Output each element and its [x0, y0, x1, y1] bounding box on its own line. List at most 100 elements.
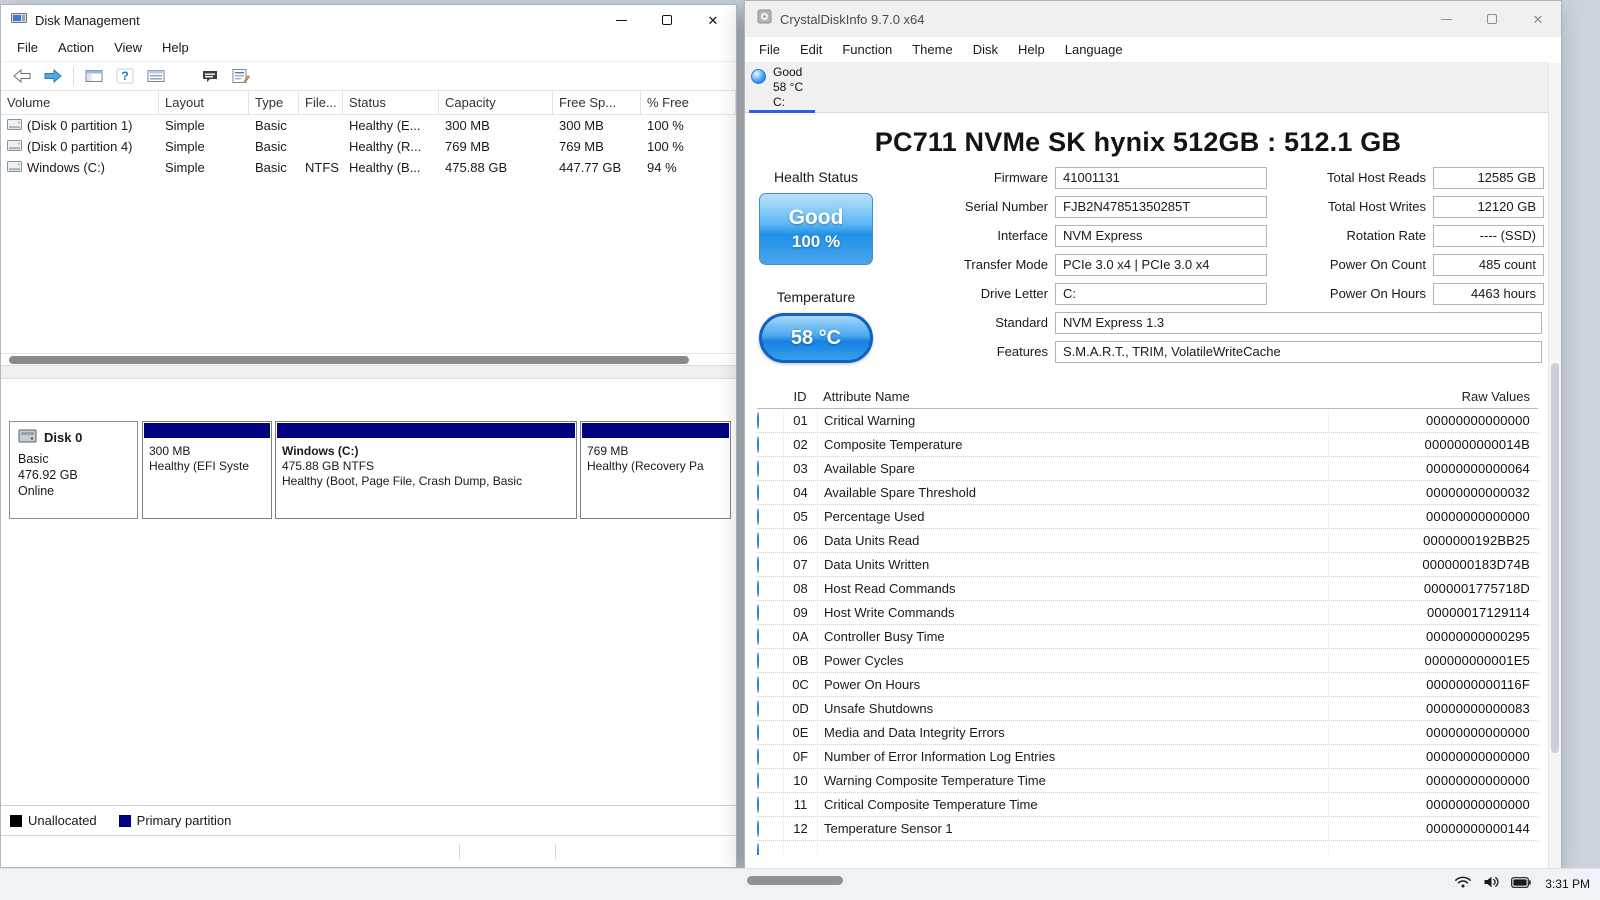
menu-item[interactable]: File [749, 37, 790, 63]
partition-color-bar [277, 423, 575, 438]
smart-row[interactable]: 0A Controller Busy Time 00000000000295 [757, 625, 1538, 649]
column-header[interactable]: Volume [1, 91, 159, 115]
health-status-button[interactable]: Good 100 % [759, 193, 873, 265]
cdi-menubar: FileEditFunctionThemeDiskHelpLanguage [745, 37, 1548, 63]
menu-item[interactable]: Action [48, 35, 104, 61]
export-list-icon[interactable] [145, 65, 167, 87]
menu-item[interactable]: Language [1055, 37, 1133, 63]
column-header[interactable]: Layout [159, 91, 249, 115]
column-header[interactable]: Status [343, 91, 439, 115]
smart-row[interactable]: 02 Composite Temperature 0000000000014B [757, 433, 1538, 457]
smart-row[interactable]: 03 Available Spare 00000000000064 [757, 457, 1538, 481]
partition-efi[interactable]: 300 MB Healthy (EFI Syste [142, 421, 272, 519]
volume-name: Windows (C:) [27, 160, 105, 175]
maximize-button[interactable] [1469, 1, 1515, 37]
smart-row[interactable]: 0C Power On Hours 0000000000116F [757, 673, 1538, 697]
smart-row[interactable]: 04 Available Spare Threshold 00000000000… [757, 481, 1538, 505]
close-button[interactable]: ✕ [1515, 1, 1561, 37]
column-header[interactable]: Capacity [439, 91, 553, 115]
volume-icon[interactable] [1483, 875, 1500, 894]
back-icon[interactable] [11, 65, 33, 87]
menu-item[interactable]: Edit [790, 37, 832, 63]
temperature-badge[interactable]: 58 °C [759, 313, 873, 363]
console-tree-icon[interactable] [83, 65, 105, 87]
smart-raw-value: 00000000000032 [1328, 481, 1538, 504]
smart-row[interactable]: 06 Data Units Read 0000000192BB25 [757, 529, 1538, 553]
menu-item[interactable]: Disk [963, 37, 1008, 63]
smart-row[interactable]: 05 Percentage Used 00000000000000 [757, 505, 1538, 529]
smart-row[interactable]: 0B Power Cycles 000000000001E5 [757, 649, 1538, 673]
vertical-scrollbar[interactable] [1548, 63, 1561, 869]
smart-raw-value: 0000000192BB25 [1328, 529, 1538, 552]
smart-attribute-name: Warning Composite Temperature Time [817, 769, 1328, 792]
menu-item[interactable]: File [7, 35, 48, 61]
drive-tab-c[interactable]: Good 58 °C C: [749, 65, 815, 111]
smart-row[interactable]: 08 Host Read Commands 0000001775718D [757, 577, 1538, 601]
volume-icon [7, 118, 22, 134]
horizontal-scrollbar[interactable] [1, 353, 736, 365]
dm-titlebar: Disk Management ✕ [1, 5, 736, 35]
taskbar-clock[interactable]: 3:31 PM [1542, 877, 1590, 891]
menu-item[interactable]: Help [1008, 37, 1055, 63]
smart-row[interactable]: 10 Warning Composite Temperature Time 00… [757, 769, 1538, 793]
disk-management-app-icon [11, 11, 27, 30]
volume-pct-free: 100 % [641, 139, 736, 154]
info-row: Features S.M.A.R.T., TRIM, VolatileWrite… [935, 341, 1542, 363]
smart-raw-value: 00000000000295 [1328, 625, 1538, 648]
smart-id: 03 [783, 457, 817, 480]
show-hide-icon[interactable] [199, 65, 221, 87]
stats-row: Power On Count 485 count [1301, 254, 1544, 276]
menu-item[interactable]: View [104, 35, 152, 61]
info-value: FJB2N47851350285T [1055, 196, 1267, 218]
maximize-icon [662, 15, 672, 25]
smart-row[interactable]: 11 Critical Composite Temperature Time 0… [757, 793, 1538, 817]
volume-row[interactable]: (Disk 0 partition 1) Simple Basic Health… [1, 115, 736, 136]
volume-free-space: 447.77 GB [553, 160, 641, 175]
column-header[interactable]: Type [249, 91, 299, 115]
smart-attribute-name: Power Cycles [817, 649, 1328, 672]
menu-item[interactable]: Function [832, 37, 902, 63]
menu-item[interactable]: Theme [902, 37, 962, 63]
volume-row[interactable]: Windows (C:) Simple Basic NTFS Healthy (… [1, 157, 736, 178]
status-orb-icon [757, 796, 759, 813]
scrollbar-thumb[interactable] [9, 356, 689, 364]
volume-row[interactable]: (Disk 0 partition 4) Simple Basic Health… [1, 136, 736, 157]
smart-raw-value: 00000000000000 [1328, 793, 1538, 816]
smart-row[interactable]: 0E Media and Data Integrity Errors 00000… [757, 721, 1538, 745]
smart-row[interactable]: 0D Unsafe Shutdowns 00000000000083 [757, 697, 1538, 721]
column-header[interactable]: File... [299, 91, 343, 115]
volume-capacity: 300 MB [439, 118, 553, 133]
wifi-icon[interactable] [1454, 875, 1472, 894]
stats-value: 12585 GB [1433, 167, 1544, 189]
smart-attribute-name: Data Units Read [817, 529, 1328, 552]
smart-row[interactable]: 12 Temperature Sensor 1 00000000000144 [757, 817, 1538, 841]
smart-row-clipped [757, 841, 1538, 855]
stats-value: 4463 hours [1433, 283, 1544, 305]
help-icon[interactable]: ? [114, 65, 136, 87]
stats-value: 485 count [1433, 254, 1544, 276]
cdi-horizontal-scrollbar-thumb[interactable] [747, 876, 843, 885]
volume-capacity: 475.88 GB [439, 160, 553, 175]
forward-icon[interactable] [42, 65, 64, 87]
maximize-button[interactable] [644, 5, 690, 35]
smart-row[interactable]: 09 Host Write Commands 00000017129114 [757, 601, 1538, 625]
menu-item[interactable]: Help [152, 35, 199, 61]
minimize-button[interactable] [1423, 1, 1469, 37]
smart-row[interactable]: 0F Number of Error Information Log Entri… [757, 745, 1538, 769]
column-header[interactable]: Free Sp... [553, 91, 641, 115]
statusbar-divider [459, 844, 460, 859]
battery-icon[interactable] [1511, 875, 1531, 893]
scrollbar-thumb[interactable] [1551, 363, 1559, 753]
pane-splitter[interactable] [1, 365, 736, 379]
close-button[interactable]: ✕ [690, 5, 736, 35]
smart-row[interactable]: 01 Critical Warning 00000000000000 [757, 409, 1538, 433]
disk0-info-box[interactable]: Disk 0 Basic 476.92 GB Online [9, 421, 138, 519]
smart-row[interactable]: 07 Data Units Written 0000000183D74B [757, 553, 1538, 577]
properties-icon[interactable] [230, 65, 252, 87]
info-label: Interface [935, 225, 1055, 247]
partition-recovery[interactable]: 769 MB Healthy (Recovery Pa [580, 421, 731, 519]
partition-windows-c[interactable]: Windows (C:) 475.88 GB NTFS Healthy (Boo… [275, 421, 577, 519]
drive-health-orb-icon [751, 69, 766, 84]
column-header[interactable]: % Free [641, 91, 736, 115]
minimize-button[interactable] [598, 5, 644, 35]
